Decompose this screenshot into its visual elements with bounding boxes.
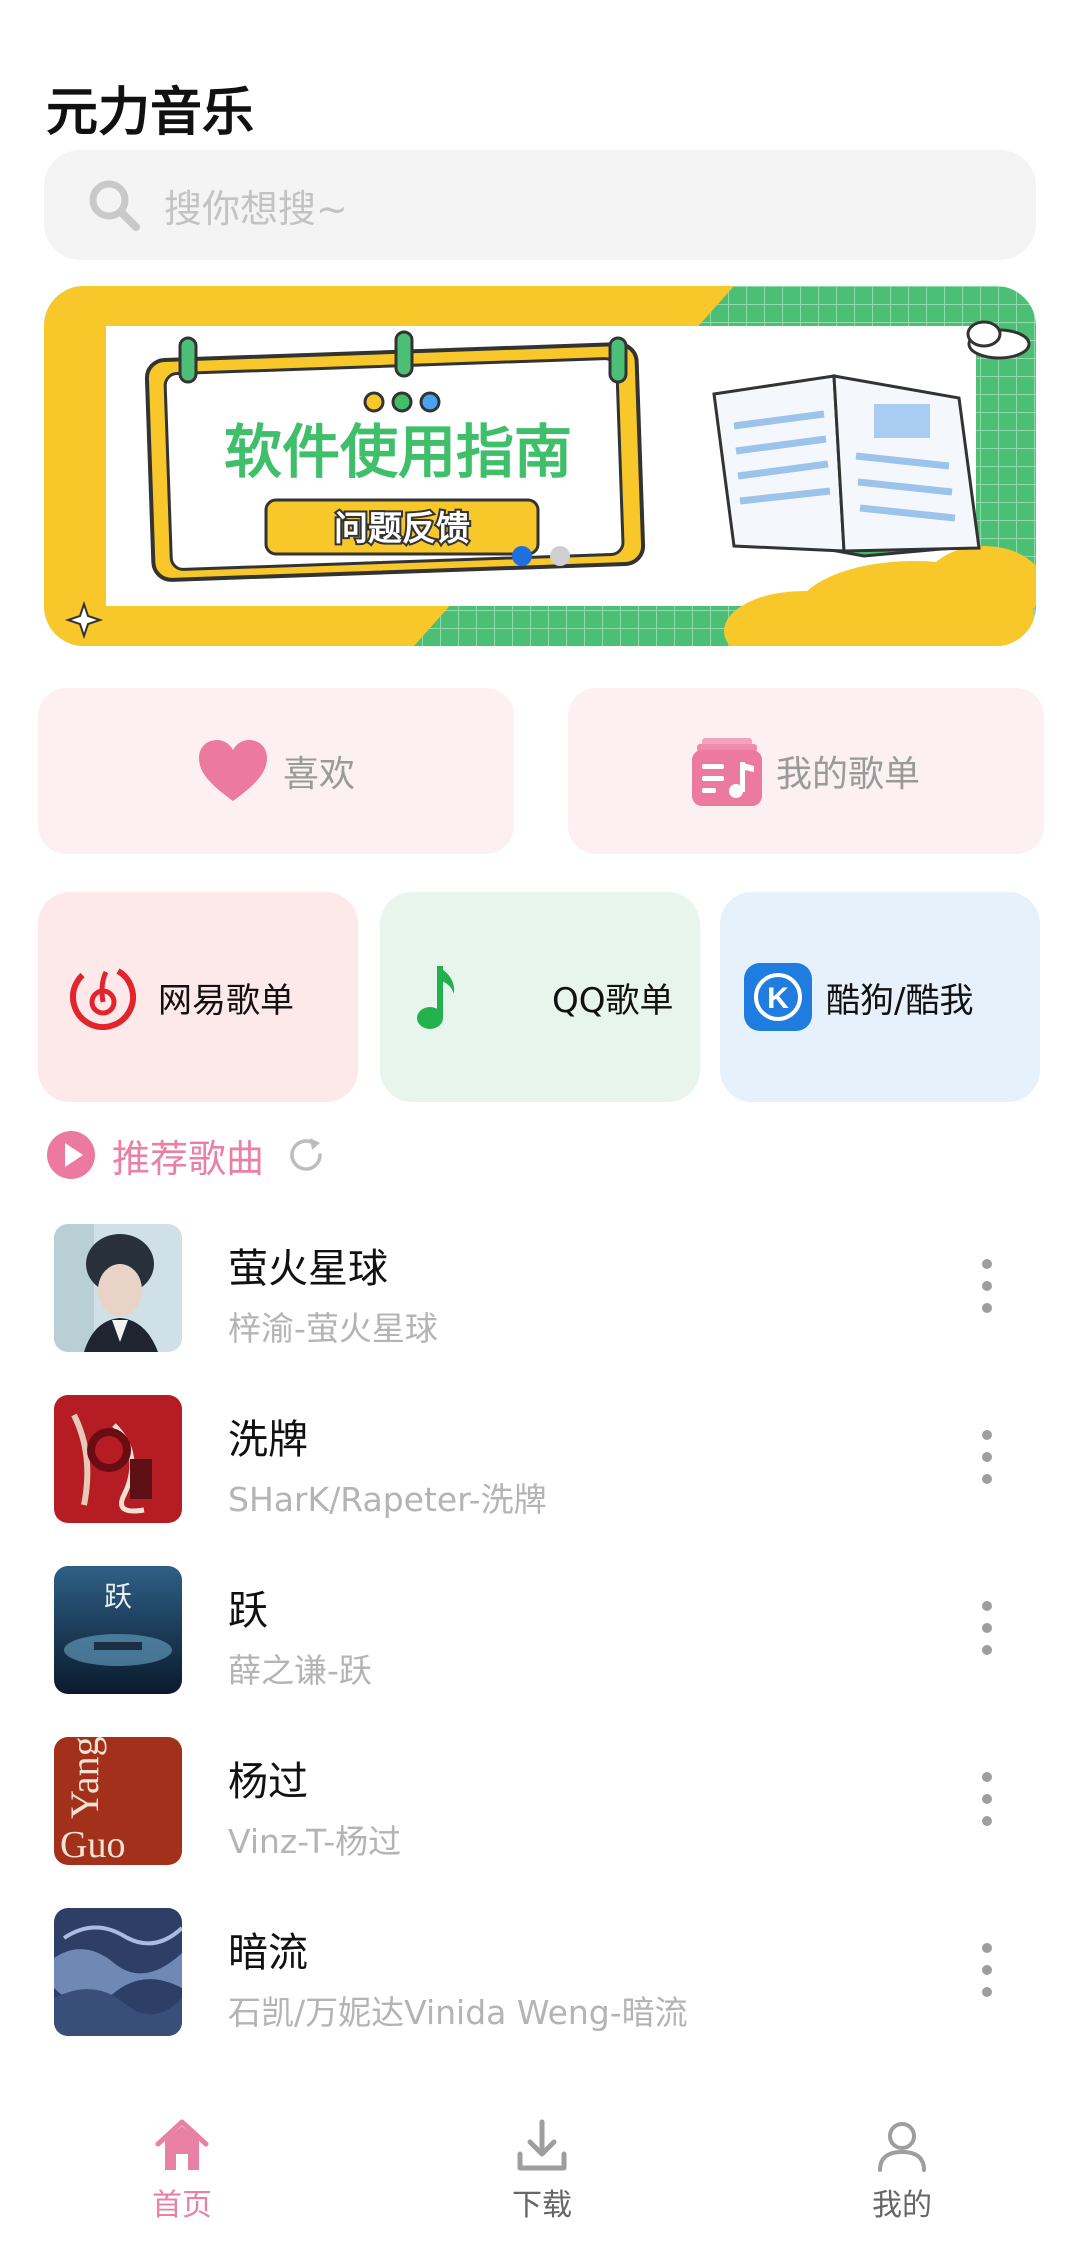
favorites-like-label: 喜欢 [282,754,355,795]
song-item[interactable]: 暗流 石凯/万妮达Vinida Weng-暗流 [0,1896,1080,2067]
tab-home[interactable]: 首页 [102,2118,262,2224]
song-artist: 石凯/万妮达Vinida Weng-暗流 [228,1993,688,2032]
banner-feedback-label: 问题反馈 [334,510,470,548]
song-cover [54,1224,182,1352]
song-artist: 薛之谦-跃 [228,1651,372,1690]
song-title: 暗流 [228,1930,308,1976]
more-options-icon[interactable] [972,1427,1002,1487]
download-icon [517,2119,567,2171]
more-options-icon[interactable] [972,1598,1002,1658]
play-circle-icon [47,1131,95,1179]
banner-dot-inactive[interactable] [550,546,570,566]
more-options-icon[interactable] [972,1769,1002,1829]
banner-dot-active[interactable] [512,546,532,566]
app-title: 元力音乐 [46,83,255,143]
kugou-icon: K [744,963,812,1031]
song-cover: 跃 [54,1566,182,1694]
search-bar[interactable]: 搜你想搜~ [44,150,1036,260]
bottom-tab-bar: 首页 下载 我的 [0,2118,1080,2248]
search-icon [89,180,140,231]
kugou-kuwo-card[interactable]: K 酷狗/酷我 [720,892,1040,1102]
song-item[interactable]: Yang Guo 杨过 Vinz-T-杨过 [0,1725,1080,1896]
recommend-song-list: 萤火星球 梓渝-萤火星球 洗牌 SHarK/Rapeter-洗牌 跃 跃 薛之谦… [0,1212,1080,2067]
tab-mine[interactable]: 我的 [822,2118,982,2224]
song-artist: SHarK/Rapeter-洗牌 [228,1480,547,1519]
song-item[interactable]: 洗牌 SHarK/Rapeter-洗牌 [0,1383,1080,1554]
song-title: 跃 [228,1588,268,1634]
recommend-header: 推荐歌曲 [46,1128,326,1182]
netease-playlist-label: 网易歌单 [158,980,294,1021]
tab-download[interactable]: 下载 [462,2118,622,2224]
kugou-kuwo-label: 酷狗/酷我 [826,980,974,1021]
my-playlist-label: 我的歌单 [775,754,920,795]
my-playlist-card[interactable]: 我的歌单 [568,688,1044,854]
heart-icon [198,740,267,801]
cover-guo-text: Guo [60,1824,125,1865]
user-icon [878,2122,926,2172]
tab-home-label: 首页 [152,2188,212,2223]
song-artist: 梓渝-萤火星球 [228,1309,438,1348]
favorites-like-card[interactable]: 喜欢 [38,688,514,854]
banner-title: 软件使用指南 [224,420,572,485]
song-cover [54,1908,182,2036]
song-cover [54,1395,182,1523]
recommend-title: 推荐歌曲 [112,1136,265,1181]
song-item[interactable]: 萤火星球 梓渝-萤火星球 [0,1212,1080,1383]
song-cover: Yang Guo [54,1737,182,1865]
song-title: 萤火星球 [228,1246,388,1292]
qq-music-icon [417,966,455,1029]
search-placeholder: 搜你想搜~ [164,186,348,231]
home-icon [155,2119,209,2170]
guide-banner[interactable]: 软件使用指南 问题反馈 [44,286,1036,646]
song-artist: Vinz-T-杨过 [228,1822,402,1861]
more-options-icon[interactable] [972,1940,1002,2000]
tab-download-label: 下载 [512,2188,572,2223]
cover-yang-text: Yang [62,1737,107,1819]
refresh-icon[interactable] [286,1135,326,1175]
book-icon [712,374,981,558]
netease-playlist-card[interactable]: 网易歌单 [38,892,358,1102]
qq-playlist-card[interactable]: QQ歌单 [380,892,700,1102]
song-title: 洗牌 [228,1417,308,1463]
song-item[interactable]: 跃 跃 薛之谦-跃 [0,1554,1080,1725]
playlist-icon [691,738,762,806]
song-title: 杨过 [228,1759,308,1805]
tab-mine-label: 我的 [872,2188,932,2223]
more-options-icon[interactable] [972,1256,1002,1316]
cover-yue-text: 跃 [104,1582,132,1613]
qq-playlist-label: QQ歌单 [552,980,674,1021]
svg-text:K: K [767,982,789,1015]
netease-icon [70,964,136,1030]
